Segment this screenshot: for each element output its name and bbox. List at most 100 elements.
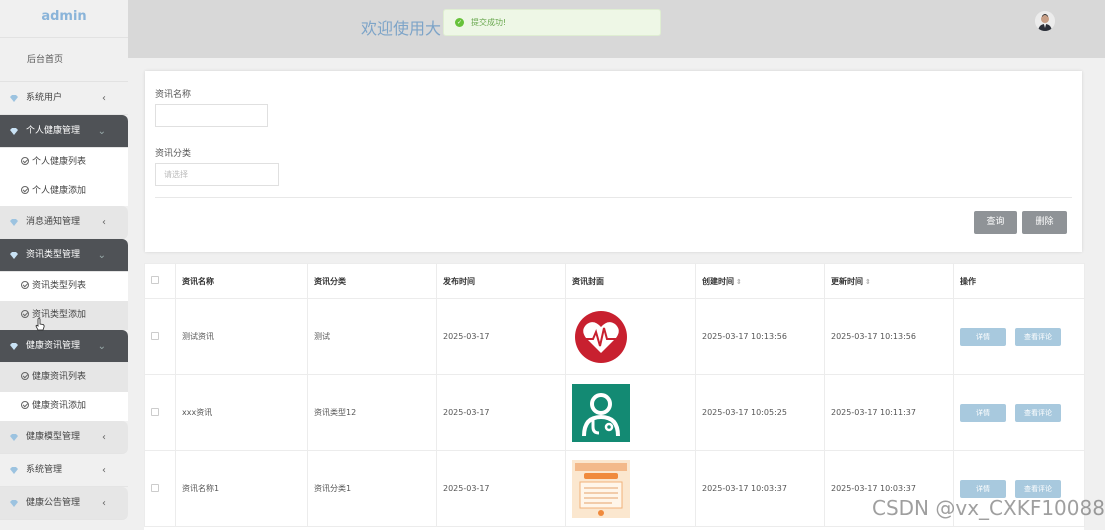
menu-health-info[interactable]: 健康资讯管理 ⌄ (0, 330, 128, 363)
menu-label: 系统管理 (26, 465, 63, 475)
cell-type: 资讯分类1 (307, 450, 437, 527)
sub-health-info-list[interactable]: 健康资讯列表 (0, 363, 128, 392)
sub-info-type-list[interactable]: 资讯类型列表 (0, 272, 128, 301)
chevron-left-icon: ‹ (102, 93, 106, 104)
menu-info-type[interactable]: 资讯类型管理 ⌄ (0, 239, 128, 272)
view-comments-button[interactable]: 查看评论 (1015, 403, 1061, 422)
col-header: 资讯名称 (175, 263, 308, 299)
menu-health-notice[interactable]: 健康公告管理 ‹ (0, 487, 128, 520)
row-select-cell[interactable] (144, 374, 176, 451)
select-all-cell[interactable] (144, 263, 176, 299)
toast-text: 提交成功! (471, 18, 507, 27)
check-circle-icon (21, 372, 29, 380)
query-button[interactable]: 查询 (974, 211, 1017, 234)
cell-publish: 2025-03-17 (436, 450, 566, 527)
cell-publish: 2025-03-17 (436, 374, 566, 451)
sub-health-info-add[interactable]: 健康资讯添加 (0, 392, 128, 421)
cell-updated: 2025-03-17 10:13:56 (824, 298, 954, 375)
menu-label: 消息通知管理 (26, 217, 81, 227)
col-header-updated[interactable]: 更新时间 ⇕ (824, 263, 954, 299)
cell-actions: 详情 查看评论 (953, 374, 1085, 451)
detail-button[interactable]: 详情 (960, 479, 1006, 498)
search-panel: 资讯名称 资讯分类 请选择 查询 删除 (145, 71, 1082, 252)
sub-info-type-add[interactable]: 资讯类型添加 (0, 301, 128, 330)
check-circle-icon (21, 157, 29, 165)
chevron-left-icon: ‹ (102, 432, 106, 443)
menu-label: 健康公告管理 (26, 498, 81, 508)
row-select-cell[interactable] (144, 298, 176, 375)
menu-label: 资讯类型管理 (26, 250, 81, 260)
row-checkbox[interactable] (151, 331, 159, 340)
view-comments-button[interactable]: 查看评论 (1015, 479, 1061, 498)
select-all-checkbox[interactable] (151, 276, 159, 284)
cell-created: 2025-03-17 10:05:25 (695, 374, 825, 451)
success-toast: ✓ 提交成功! (443, 9, 661, 36)
watermark: CSDN @vx_CXKF10088 (872, 496, 1105, 520)
sub-personal-health-list[interactable]: 个人健康列表 (0, 148, 128, 177)
cell-actions: 详情 查看评论 (953, 298, 1085, 375)
col-header-label: 更新时间 (831, 276, 863, 286)
gem-icon (10, 434, 18, 441)
sub-label: 资讯类型列表 (32, 281, 87, 291)
gem-icon (10, 95, 18, 102)
name-label: 资讯名称 (155, 90, 192, 100)
check-circle-icon (21, 310, 29, 318)
menu-personal-health[interactable]: 个人健康管理 ⌄ (0, 115, 128, 148)
divider (155, 197, 1072, 198)
sort-icon[interactable]: ⇕ (736, 278, 742, 286)
chevron-left-icon: ‹ (102, 498, 106, 509)
gem-icon (10, 128, 18, 135)
sidebar-home[interactable]: 后台首页 (0, 37, 128, 82)
avatar[interactable] (1035, 11, 1055, 31)
sub-label: 个人健康添加 (32, 186, 87, 196)
main-content: 资讯名称 资讯分类 请选择 查询 删除 资讯名称 资讯分类 发布时间 资讯封面 … (128, 58, 1105, 530)
check-circle-icon (21, 186, 29, 194)
welcome-title: 欢迎使用大 (361, 19, 442, 38)
menu-system-manage[interactable]: 系统管理 ‹ (0, 454, 128, 487)
chevron-down-icon: ⌄ (97, 341, 106, 352)
cell-name: 测试资讯 (175, 298, 308, 375)
col-header-created[interactable]: 创建时间 ⇕ (695, 263, 825, 299)
data-table: 资讯名称 资讯分类 发布时间 资讯封面 创建时间 ⇕ 更新时间 ⇕ 操作 测试资讯 … (144, 263, 1085, 530)
detail-button[interactable]: 详情 (960, 403, 1006, 422)
detail-button[interactable]: 详情 (960, 327, 1006, 346)
check-circle-icon (21, 401, 29, 409)
sub-label: 健康资讯列表 (32, 372, 87, 382)
col-header: 资讯封面 (565, 263, 696, 299)
col-header: 操作 (953, 263, 1085, 299)
type-label: 资讯分类 (155, 149, 192, 159)
row-checkbox[interactable] (151, 407, 159, 416)
delete-button[interactable]: 删除 (1022, 211, 1067, 234)
chevron-left-icon: ‹ (102, 217, 106, 228)
table-header-row: 资讯名称 资讯分类 发布时间 资讯封面 创建时间 ⇕ 更新时间 ⇕ 操作 (144, 263, 1085, 299)
gem-icon (10, 343, 18, 350)
heart-icon (575, 310, 627, 363)
sidebar: admin 后台首页 系统用户 ‹ 个人健康管理 ⌄ 个人健康列表 个人健康添加… (0, 0, 128, 530)
cell-cover (565, 374, 696, 451)
poster-image (572, 459, 630, 518)
menu-label: 个人健康管理 (26, 126, 81, 136)
check-icon: ✓ (455, 18, 464, 27)
row-checkbox[interactable] (151, 483, 159, 492)
type-select[interactable]: 请选择 (155, 163, 279, 186)
user-avatar-icon (1035, 11, 1055, 31)
menu-system-users[interactable]: 系统用户 ‹ (0, 82, 128, 115)
cell-type: 资讯类型12 (307, 374, 437, 451)
table-row: 测试资讯 测试 2025-03-17 2025-03-17 10:13:56 2… (144, 298, 1085, 375)
menu-label: 健康资讯管理 (26, 341, 81, 351)
menu-notifications[interactable]: 消息通知管理 ‹ (0, 206, 128, 239)
chevron-down-icon: ⌄ (97, 250, 106, 261)
sub-label: 健康资讯添加 (32, 401, 87, 411)
sort-icon[interactable]: ⇕ (865, 278, 871, 286)
menu-health-model[interactable]: 健康模型管理 ‹ (0, 421, 128, 454)
name-input[interactable] (155, 104, 268, 127)
sub-personal-health-add[interactable]: 个人健康添加 (0, 177, 128, 206)
row-select-cell[interactable] (144, 450, 176, 527)
cell-updated: 2025-03-17 10:11:37 (824, 374, 954, 451)
cell-publish: 2025-03-17 (436, 298, 566, 375)
view-comments-button[interactable]: 查看评论 (1015, 327, 1061, 346)
check-circle-icon (21, 281, 29, 289)
cell-cover (565, 298, 696, 375)
table-row: xxx资讯 资讯类型12 2025-03-17 2025-03-17 10:05… (144, 374, 1085, 451)
cell-created: 2025-03-17 10:03:37 (695, 450, 825, 527)
